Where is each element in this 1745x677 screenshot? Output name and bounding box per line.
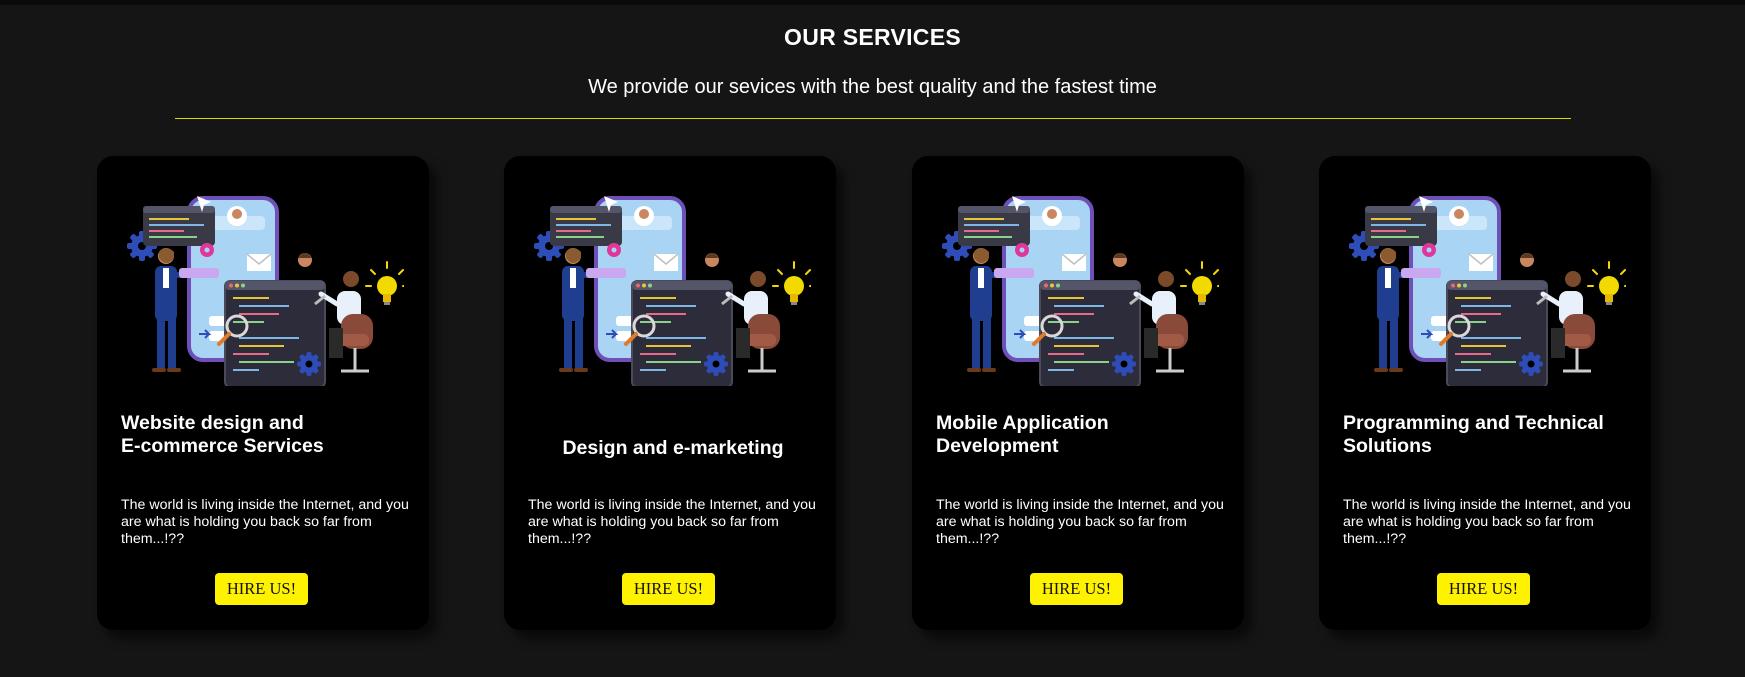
card-title-line: Website design and (121, 412, 304, 434)
hire-us-button[interactable]: HIRE US! (1437, 573, 1530, 605)
developer-team-illustration (526, 186, 811, 386)
card-title-line: Solutions (1343, 435, 1432, 457)
section-subtitle: We provide our sevices with the best qua… (588, 76, 1157, 98)
card-description: The world is living inside the Internet,… (528, 497, 816, 547)
hire-us-button[interactable]: HIRE US! (1030, 573, 1123, 605)
services-page: OUR SERVICES We provide our sevices with… (0, 0, 1745, 677)
card-description: The world is living inside the Internet,… (121, 497, 409, 547)
card-title-line: E-commerce Services (121, 435, 324, 457)
card-title: Design and e-marketing (528, 412, 818, 460)
card-title: Website design and E-commerce Services (121, 412, 411, 460)
service-card-web-design: Website design and E-commerce Services T… (97, 156, 429, 630)
card-title: Programming and Technical Solutions (1343, 412, 1633, 460)
developer-team-illustration (1341, 186, 1626, 386)
hire-us-button[interactable]: HIRE US! (215, 573, 308, 605)
card-description: The world is living inside the Internet,… (936, 497, 1224, 547)
card-title-line: Design and e-marketing (562, 437, 784, 459)
developer-team-illustration (119, 186, 404, 386)
card-title-line: Mobile Application (936, 412, 1109, 434)
top-bar (0, 0, 1745, 5)
service-card-e-marketing: Design and e-marketing The world is livi… (504, 156, 836, 630)
hire-us-button[interactable]: HIRE US! (622, 573, 715, 605)
section-title: OUR SERVICES (784, 24, 961, 50)
section-divider (175, 118, 1571, 119)
card-title-line: Programming and Technical (1343, 412, 1604, 434)
card-title: Mobile Application Development (936, 412, 1226, 460)
developer-team-illustration (934, 186, 1219, 386)
card-title-line: Development (936, 435, 1059, 457)
service-card-programming: Programming and Technical Solutions The … (1319, 156, 1651, 630)
service-card-mobile-app: Mobile Application Development The world… (912, 156, 1244, 630)
card-description: The world is living inside the Internet,… (1343, 497, 1631, 547)
